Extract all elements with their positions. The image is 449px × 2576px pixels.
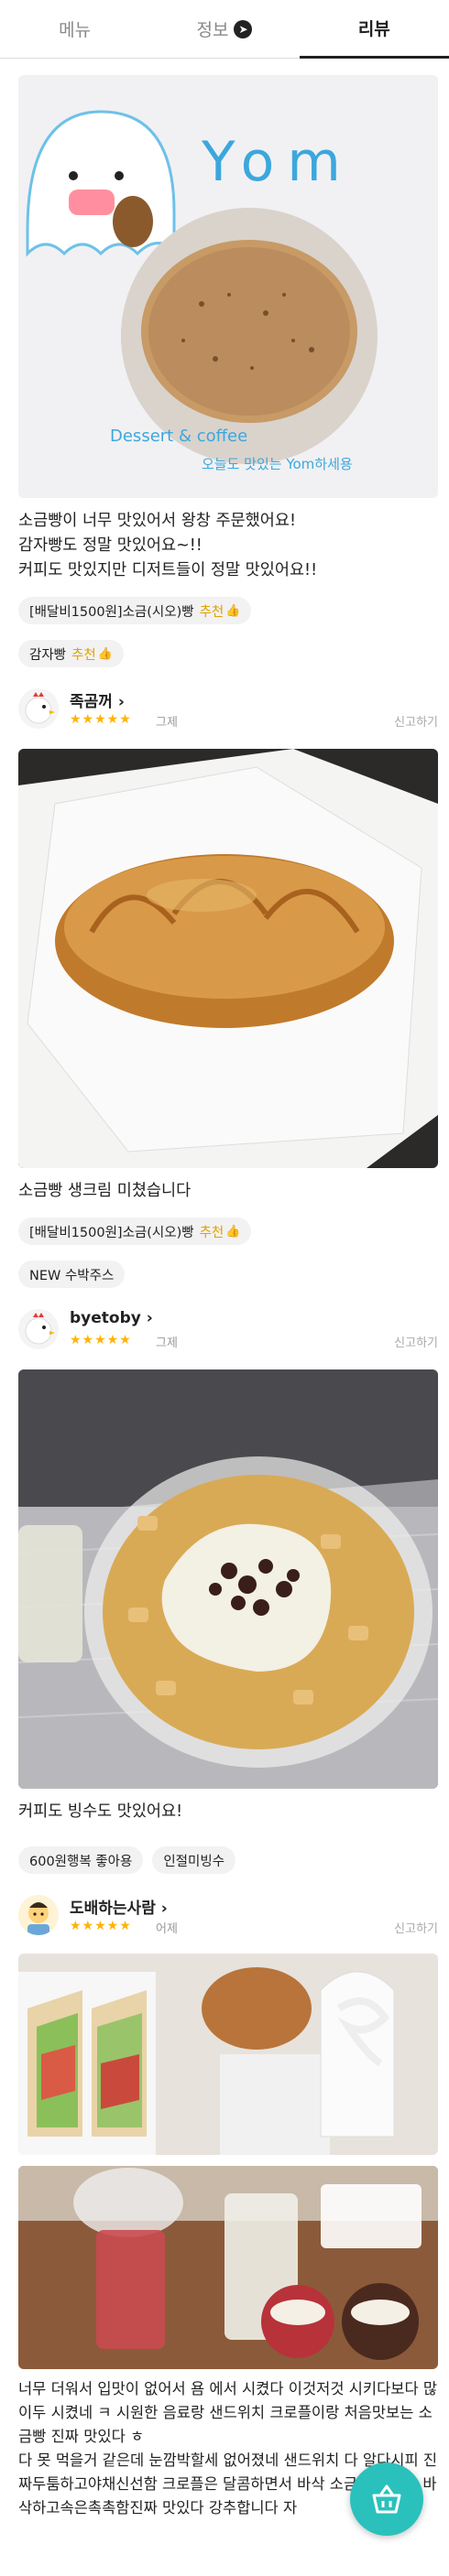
review-date: 그제: [156, 716, 178, 730]
avatar[interactable]: [18, 1309, 59, 1349]
menu-chips: NEW 수박주스: [18, 1261, 440, 1288]
review-text: 소금빵이 너무 맛있어서 왕창 주문했어요! 감자빵도 정말 맛있어요~!! 커…: [18, 512, 318, 579]
chicken-avatar-icon: [25, 1313, 55, 1345]
send-icon: ➤: [234, 19, 253, 38]
report-link[interactable]: 신고하기: [394, 1919, 438, 1936]
menu-chip[interactable]: 600원행복 좋아용: [18, 1846, 144, 1874]
review-date: 그제: [156, 1337, 178, 1350]
menu-chips: 감자빵 추천 👍: [18, 640, 440, 667]
review-photo[interactable]: [18, 1954, 438, 2155]
menu-chip[interactable]: 감자빵 추천 👍: [18, 640, 124, 667]
menu-chip[interactable]: NEW 수박주스: [18, 1261, 126, 1288]
drinks-image: [18, 2166, 438, 2369]
tab-bar: 메뉴 정보 ➤ 리뷰: [0, 0, 449, 59]
svg-text:Dessert & coffee: Dessert & coffee: [110, 427, 247, 446]
reviewer-header: 도배하는사람 › ★★★★★ 어제 신고하기: [18, 1891, 438, 1943]
tab-info[interactable]: 정보 ➤: [149, 0, 300, 59]
bingsu-image: [18, 1369, 438, 1789]
character-avatar-icon: [18, 1895, 59, 1935]
review-photo[interactable]: [18, 2166, 438, 2369]
menu-chips: [배달비1500원]소금(시오)빵 추천 👍: [18, 1218, 440, 1245]
reviewer-name[interactable]: byetoby ›: [70, 1309, 153, 1327]
tab-reviews[interactable]: 리뷰: [299, 0, 449, 59]
rating-stars: ★★★★★: [70, 712, 132, 727]
cart-button[interactable]: [350, 2462, 423, 2536]
review-text: 커피도 빙수도 맛있어요!: [18, 1802, 183, 1821]
rating-stars: ★★★★★: [70, 1919, 132, 1933]
thumbs-up-icon: 👍: [97, 646, 113, 661]
svg-text:Yom: Yom: [201, 130, 354, 194]
menu-chips: [배달비1500원]소금(시오)빵 추천 👍: [18, 597, 440, 624]
menu-chip[interactable]: [배달비1500원]소금(시오)빵 추천 👍: [18, 1218, 252, 1245]
thumbs-up-icon: 👍: [225, 1224, 241, 1239]
salt-bread-image: [18, 749, 438, 1168]
report-link[interactable]: 신고하기: [394, 712, 438, 730]
review-date: 어제: [156, 1922, 178, 1936]
review-photo[interactable]: [18, 749, 438, 1168]
thumbs-up-icon: 👍: [225, 603, 241, 618]
basket-icon: [372, 2484, 401, 2514]
menu-chips: 600원행복 좋아용 인절미빙수: [18, 1846, 440, 1874]
reviewer-name[interactable]: 족곰꺼 ›: [70, 688, 125, 711]
reviewer-header: 족곰꺼 › ★★★★★ 그제 신고하기: [18, 685, 438, 736]
reviewer-name[interactable]: 도배하는사람 ›: [70, 1895, 168, 1918]
svg-text:오늘도 맛있는 Yom하세용: 오늘도 맛있는 Yom하세용: [202, 456, 353, 472]
review-photo[interactable]: Yom Dessert & coffee 오늘도 맛있는 Yom하세용: [18, 75, 438, 498]
reviewer-header: byetoby › ★★★★★ 그제 신고하기: [18, 1305, 438, 1357]
review-photo[interactable]: [18, 1369, 438, 1789]
avatar[interactable]: [18, 1895, 59, 1935]
menu-chip[interactable]: [배달비1500원]소금(시오)빵 추천 👍: [18, 597, 252, 624]
avatar[interactable]: [18, 688, 59, 729]
yom-box-image: Yom Dessert & coffee 오늘도 맛있는 Yom하세용: [18, 75, 438, 498]
chicken-avatar-icon: [25, 692, 55, 724]
rating-stars: ★★★★★: [70, 1333, 132, 1348]
menu-chip[interactable]: 인절미빙수: [152, 1846, 236, 1874]
sandwich-croffle-image: [18, 1954, 438, 2155]
review-text: 소금빵 생크림 미쳤습니다: [18, 1182, 192, 1200]
tab-menu[interactable]: 메뉴: [0, 0, 150, 59]
report-link[interactable]: 신고하기: [394, 1333, 438, 1350]
